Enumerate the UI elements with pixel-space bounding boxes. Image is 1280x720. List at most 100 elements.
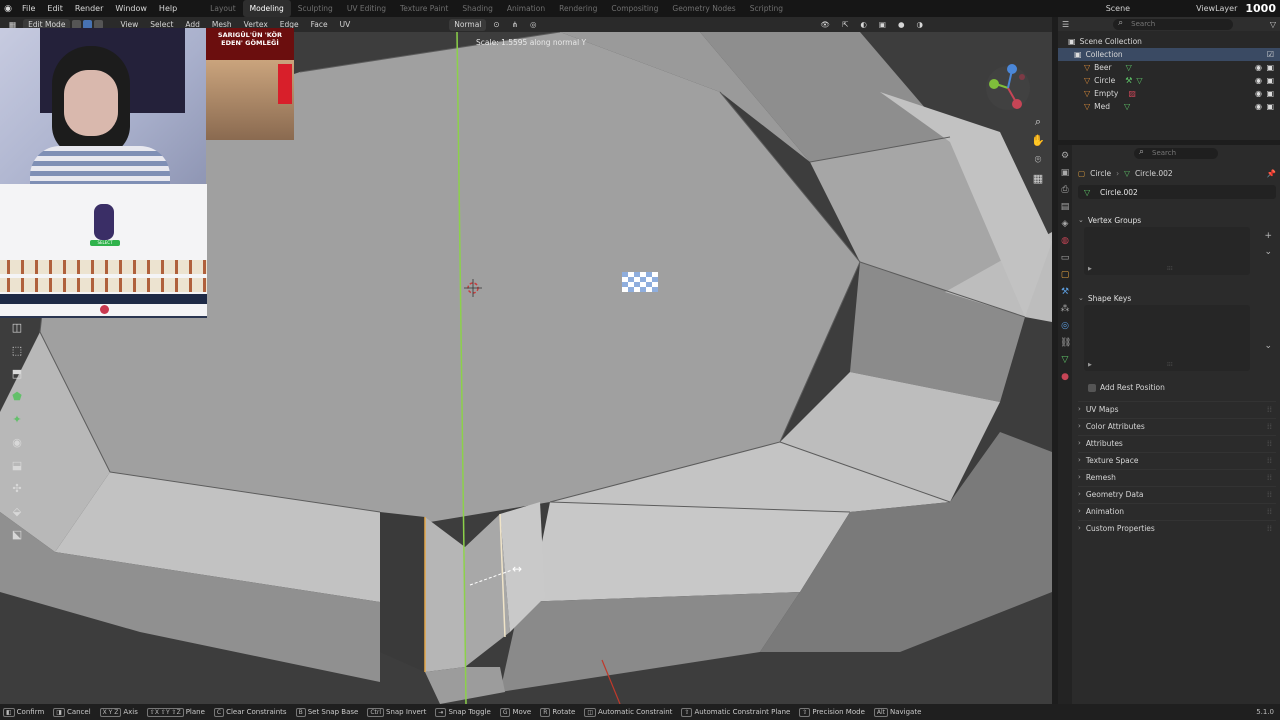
bevel-icon[interactable]: ⬟ <box>8 387 26 405</box>
material-tab-icon[interactable]: ● <box>1060 371 1070 383</box>
vertex-groups-header[interactable]: ⌄ Vertex Groups <box>1078 213 1276 227</box>
shading-solid-icon[interactable]: ● <box>893 17 910 32</box>
pan-hand-icon[interactable]: ✋ <box>1030 133 1046 148</box>
panel-animation[interactable]: › Animation ⁞⁞ <box>1078 503 1276 518</box>
panel-uv-maps[interactable]: › UV Maps ⁞⁞ <box>1078 401 1276 416</box>
navigation-gizmo[interactable] <box>982 62 1034 114</box>
panel-remesh[interactable]: › Remesh ⁞⁞ <box>1078 469 1276 484</box>
menu-render[interactable]: Render <box>69 0 109 17</box>
tree-item-beer[interactable]: ▽ Beer ▽ ◉ ▣ <box>1058 61 1280 74</box>
shape-keys-list[interactable]: ▶ ⁝⁝⁝ <box>1084 305 1250 371</box>
tree-item-circle[interactable]: ▽ Circle ⚒ ▽ ◉ ▣ <box>1058 74 1280 87</box>
tab-texture-paint[interactable]: Texture Paint <box>393 0 455 17</box>
panel-color-attributes[interactable]: › Color Attributes ⁞⁞ <box>1078 418 1276 433</box>
properties-search[interactable]: Search <box>1134 147 1218 159</box>
tab-uv-editing[interactable]: UV Editing <box>340 0 393 17</box>
render-camera-icon[interactable]: ▣ <box>1266 63 1274 72</box>
knife-icon[interactable]: ◉ <box>8 433 26 451</box>
zoom-icon[interactable]: ⌕ <box>1030 114 1046 129</box>
menu-help[interactable]: Help <box>153 0 183 17</box>
hint-snap-toggle: ⇥ Snap Toggle <box>435 707 491 717</box>
visibility-eye-icon[interactable]: ◉ <box>1255 102 1262 111</box>
smooth-icon[interactable]: ⬙ <box>8 502 26 520</box>
visibility-icon[interactable]: 👁 <box>816 17 836 32</box>
physics-tab-icon[interactable]: ◎ <box>1060 320 1070 332</box>
visibility-eye-icon[interactable]: ◉ <box>1255 63 1262 72</box>
modifier-tab-icon[interactable]: ⚒ <box>1060 286 1070 298</box>
proportional-edit-icon[interactable]: ◎ <box>525 17 542 32</box>
panel-texture-space[interactable]: › Texture Space ⁞⁞ <box>1078 452 1276 467</box>
object-tab-icon[interactable]: ▢ <box>1060 269 1070 281</box>
tab-geometry-nodes[interactable]: Geometry Nodes <box>665 0 742 17</box>
menu-face[interactable]: Face <box>306 17 333 32</box>
tab-scripting[interactable]: Scripting <box>743 0 790 17</box>
xray-toggle-icon[interactable]: ▣ <box>874 17 891 32</box>
panel-custom-properties[interactable]: › Custom Properties ⁞⁞ <box>1078 520 1276 535</box>
visibility-eye-icon[interactable]: ◉ <box>1255 76 1262 85</box>
gizmo-toggle-icon[interactable]: ⇱ <box>837 17 853 32</box>
inset-icon[interactable]: ⬒ <box>8 364 26 382</box>
panel-attributes[interactable]: › Attributes ⁞⁞ <box>1078 435 1276 450</box>
visibility-eye-icon[interactable]: ◉ <box>1255 89 1262 98</box>
outliner-editor-icon[interactable]: ☰ <box>1062 20 1069 29</box>
world-tab-icon[interactable]: ◍ <box>1060 235 1070 247</box>
constraints-tab-icon[interactable]: ⛓ <box>1060 337 1071 349</box>
pivot-icon[interactable]: ⊙ <box>488 17 504 32</box>
blender-logo-icon[interactable]: ◉ <box>0 0 16 17</box>
menu-window[interactable]: Window <box>109 0 153 17</box>
perspective-grid-icon[interactable]: ▦ <box>1030 171 1046 186</box>
tree-collection[interactable]: ▣ Collection ☑ <box>1058 48 1280 61</box>
view-layer-tab-icon[interactable]: ▤ <box>1060 201 1070 213</box>
vertex-groups-list[interactable]: ▶ ⁝⁝⁝ <box>1084 227 1250 275</box>
tree-item-med[interactable]: ▽ Med ▽ ◉ ▣ <box>1058 100 1280 113</box>
add-vertex-group-icon[interactable]: + <box>1264 231 1272 241</box>
tab-animation[interactable]: Animation <box>500 0 552 17</box>
mesh-data-icon: ▽ <box>1084 187 1091 197</box>
render-camera-icon[interactable]: ▣ <box>1266 102 1274 111</box>
tree-item-empty[interactable]: ▽ Empty ▨ ◉ ▣ <box>1058 87 1280 100</box>
vertex-group-menu-icon[interactable]: ⌄ <box>1264 247 1272 257</box>
shape-keys-header[interactable]: ⌄ Shape Keys <box>1078 291 1276 305</box>
outliner-search[interactable]: Search <box>1113 18 1234 30</box>
tab-layout[interactable]: Layout <box>203 0 243 17</box>
tab-compositing[interactable]: Compositing <box>604 0 665 17</box>
select-box-icon[interactable]: ◫ <box>8 318 26 336</box>
add-rest-position-checkbox[interactable]: Add Rest Position <box>1088 383 1165 392</box>
shading-material-icon[interactable]: ◑ <box>912 17 929 32</box>
collection-check-icon[interactable]: ☑ <box>1267 50 1274 59</box>
mesh-name-field[interactable]: ▽ Circle.002 <box>1078 185 1276 199</box>
tab-modeling[interactable]: Modeling <box>242 0 291 17</box>
data-tab-icon[interactable]: ▽ <box>1060 354 1070 366</box>
loop-cut-icon[interactable]: ✦ <box>8 410 26 428</box>
collection-tab-icon[interactable]: ▭ <box>1060 252 1070 264</box>
tab-rendering[interactable]: Rendering <box>552 0 604 17</box>
poly-build-icon[interactable]: ⬓ <box>8 456 26 474</box>
pin-icon[interactable]: 📌 <box>1267 169 1276 178</box>
view-layer-selector[interactable]: ViewLayer <box>1196 4 1237 13</box>
menu-edit[interactable]: Edit <box>41 0 69 17</box>
tab-sculpting[interactable]: Sculpting <box>291 0 340 17</box>
output-tab-icon[interactable]: ⎙ <box>1060 184 1070 196</box>
shear-icon[interactable]: ⬕ <box>8 525 26 543</box>
transform-orientation-selector[interactable]: Normal <box>449 18 487 31</box>
scene-tab-icon[interactable]: ◈ <box>1060 218 1070 230</box>
spin-icon[interactable]: ✣ <box>8 479 26 497</box>
extrude-icon[interactable]: ⬚ <box>8 341 26 359</box>
mesh-data-icon: ▽ <box>1136 76 1143 85</box>
scene-selector[interactable]: Scene <box>1106 4 1130 13</box>
snap-icon[interactable]: ⋔ <box>507 17 523 32</box>
overlay-toggle-icon[interactable]: ◐ <box>855 17 872 32</box>
panel-geometry-data[interactable]: › Geometry Data ⁞⁞ <box>1078 486 1276 501</box>
filter-icon[interactable]: ▽ <box>1270 20 1276 29</box>
render-camera-icon[interactable]: ▣ <box>1266 76 1274 85</box>
menu-uv[interactable]: UV <box>335 17 356 32</box>
render-camera-icon[interactable]: ▣ <box>1266 89 1274 98</box>
render-tab-icon[interactable]: ▣ <box>1060 167 1070 179</box>
tool-tab-icon[interactable]: ⚙ <box>1060 150 1070 162</box>
shape-key-menu-icon[interactable]: ⌄ <box>1264 341 1272 351</box>
camera-view-icon[interactable]: ⌾ <box>1030 152 1046 167</box>
tab-shading[interactable]: Shading <box>455 0 499 17</box>
particles-tab-icon[interactable]: ⁂ <box>1060 303 1070 315</box>
menu-file[interactable]: File <box>16 0 41 17</box>
tree-scene-collection[interactable]: ▣ Scene Collection <box>1058 35 1280 48</box>
